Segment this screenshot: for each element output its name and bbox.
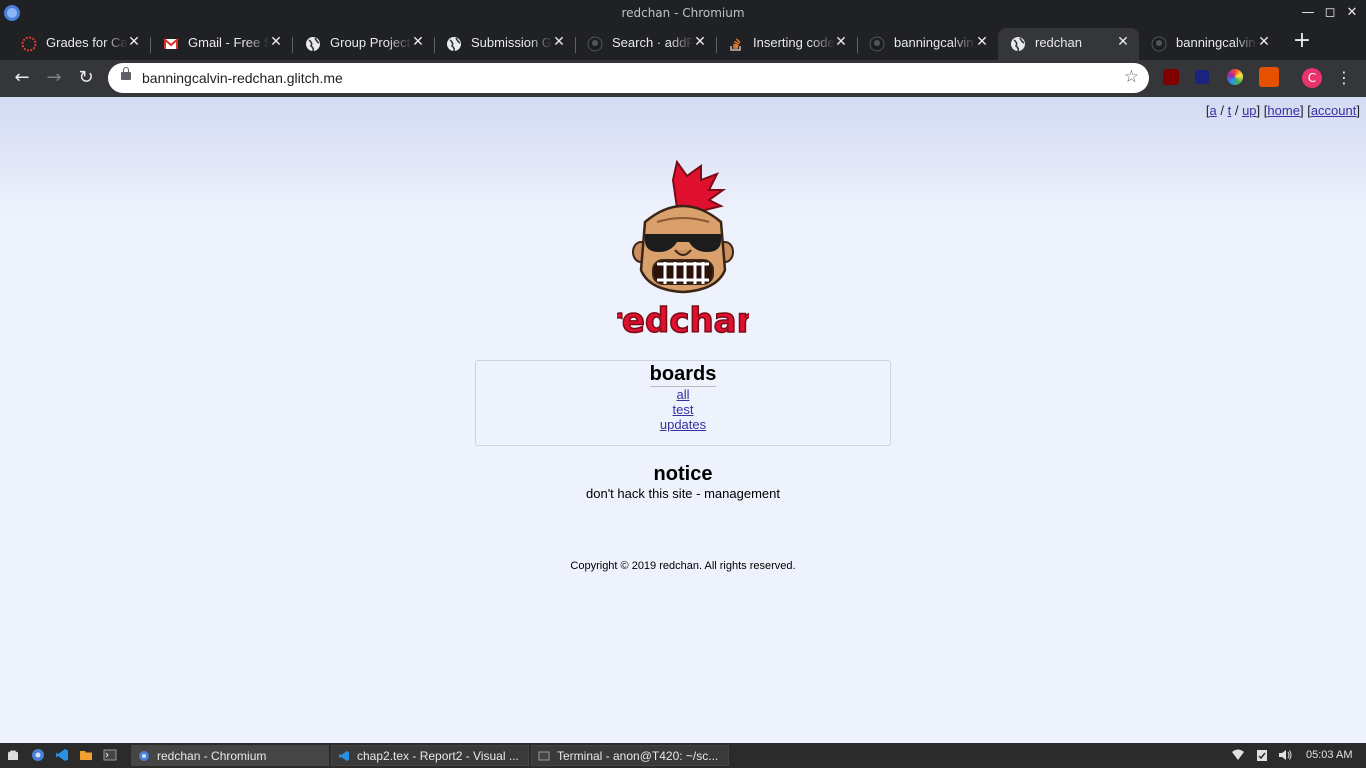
redchan-logo: redchan [617,160,749,342]
tab-label: Gmail - Free Storage [188,35,270,50]
tab-search-addpost[interactable]: Search · addPost ✕ [575,28,717,60]
chromium-launcher-icon[interactable] [31,748,45,762]
close-tab-icon[interactable]: ✕ [410,34,426,52]
browser-toolbar: ← → ↻ banningcalvin-redchan.glitch.me ☆ [0,60,1366,97]
task-terminal[interactable]: Terminal - anon@T420: ~/sc... [531,745,729,766]
ublock-extension-icon[interactable] [1163,69,1179,85]
board-link-all[interactable]: all [476,387,890,402]
app-menu-icon[interactable] [6,748,20,762]
tab-group-project[interactable]: Group Project ✕ [293,28,435,60]
globe-icon [447,37,461,52]
lock-icon[interactable] [121,67,131,80]
vscode-launcher-icon[interactable] [55,748,69,762]
clock[interactable]: 05:03 AM [1306,749,1352,761]
tab-submission[interactable]: Submission Guidelines ✕ [434,28,576,60]
board-link-test[interactable]: test [476,402,890,417]
notice-text: don't hack this site - management [586,486,780,501]
close-window-button[interactable]: ✕ [1342,3,1362,23]
tab-strip: Grades for Calvin ✕ Gmail - Free Storage… [0,26,1366,60]
tab-redchan[interactable]: redchan ✕ [998,28,1139,60]
maximize-button[interactable]: ◻ [1320,3,1340,23]
extension-off-icon[interactable] [1259,67,1279,87]
clipboard-check-icon[interactable] [1255,748,1269,762]
close-tab-icon[interactable]: ✕ [692,34,708,52]
extension-blue-icon[interactable] [1195,70,1209,84]
copyright-text: Copyright © 2019 redchan. All rights res… [570,560,796,572]
terminal-icon [538,751,550,761]
address-bar[interactable]: banningcalvin-redchan.glitch.me ☆ [108,63,1149,93]
tab-label: Inserting code [753,35,835,50]
task-chromium[interactable]: redchan - Chromium [131,745,329,766]
globe-icon [306,37,320,52]
tab-label: Group Project [330,35,411,50]
home-link[interactable]: home [1267,103,1300,118]
vscode-icon [339,751,349,761]
taskbar: redchan - Chromium chap2.tex - Report2 -… [0,743,1366,768]
tab-gmail[interactable]: Gmail - Free Storage ✕ [151,28,293,60]
notice-heading: notice [653,463,713,485]
top-nav: [a / t / up] [home] [account] [1205,103,1360,118]
forward-button[interactable]: → [42,66,66,90]
close-tab-icon[interactable]: ✕ [1115,34,1131,52]
volume-icon[interactable] [1278,748,1292,762]
logo-text: redchan [617,301,749,341]
close-tab-icon[interactable]: ✕ [126,34,142,52]
page-content: [a / t / up] [home] [account] redchan bo… [0,97,1366,743]
new-tab-button[interactable]: + [1290,29,1314,53]
minimize-button[interactable]: — [1298,3,1318,23]
close-tab-icon[interactable]: ✕ [551,34,567,52]
tab-banningcalvin-2[interactable]: banningcalvin ✕ [1139,28,1280,60]
tab-label: Submission Guidelines [471,35,553,50]
task-vscode[interactable]: chap2.tex - Report2 - Visual ... [331,745,529,766]
github-icon [869,36,885,52]
account-link[interactable]: account [1311,103,1357,118]
board-link-updates[interactable]: updates [476,417,890,432]
boards-panel: boards all test updates [475,360,891,446]
profile-avatar[interactable]: C [1302,68,1322,88]
window-titlebar: redchan - Chromium — ◻ ✕ [0,0,1366,26]
wifi-icon[interactable] [1231,748,1245,762]
url-text[interactable]: banningcalvin-redchan.glitch.me [142,70,343,86]
notice-section: notice don't hack this site - management [0,463,1366,501]
close-tab-icon[interactable]: ✕ [974,34,990,52]
window-title: redchan - Chromium [621,6,745,20]
back-button[interactable]: ← [10,66,34,90]
tab-banningcalvin-1[interactable]: banningcalvin ✕ [857,28,998,60]
boards-heading: boards [649,363,717,387]
tab-label: redchan [1035,35,1082,50]
terminal-launcher-icon[interactable] [103,748,117,762]
close-tab-icon[interactable]: ✕ [833,34,849,52]
close-tab-icon[interactable]: ✕ [1256,34,1272,52]
tab-grades[interactable]: Grades for Calvin ✕ [9,28,151,60]
canvas-icon [21,36,37,52]
stackoverflow-icon [730,38,741,51]
tab-label: Search · addPost [612,35,694,50]
gmail-icon [163,38,179,49]
color-picker-extension-icon[interactable] [1227,69,1243,85]
globe-icon [1011,37,1025,52]
github-icon [587,36,603,52]
browser-menu-icon[interactable]: ⋮ [1336,66,1352,90]
tab-label: banningcalvin [894,35,974,50]
tab-label: banningcalvin [1176,35,1256,50]
reload-button[interactable]: ↻ [74,66,98,90]
board-link-up[interactable]: up [1242,103,1256,118]
tab-label: Grades for Calvin [46,35,128,50]
board-link-a[interactable]: a [1210,103,1217,118]
files-launcher-icon[interactable] [79,748,93,762]
close-tab-icon[interactable]: ✕ [268,34,284,52]
chromium-icon [139,751,149,761]
bookmark-star-icon[interactable]: ☆ [1124,67,1139,87]
github-icon [1151,36,1167,52]
tab-inserting-code[interactable]: Inserting code ✕ [716,28,858,60]
